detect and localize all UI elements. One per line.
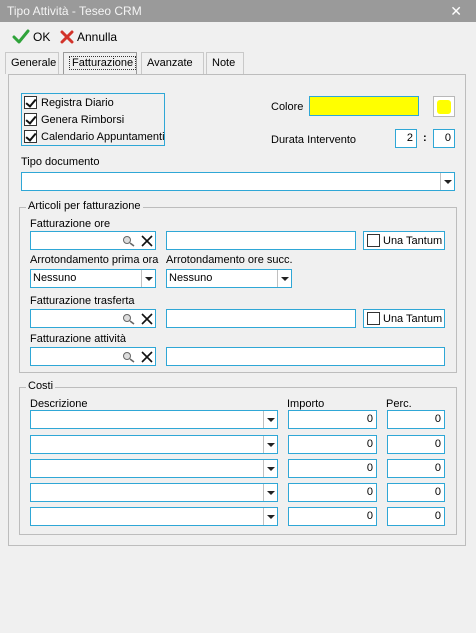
durata-label: Durata Intervento	[271, 134, 356, 146]
color-picker-button[interactable]	[433, 96, 455, 117]
durata-minutes-field[interactable]: 0	[433, 129, 455, 148]
tipo-documento-select[interactable]	[21, 172, 455, 191]
clear-icon[interactable]	[138, 348, 155, 365]
costo-perc-field[interactable]: 0	[387, 507, 445, 526]
toolbar: OK Annulla	[0, 24, 476, 50]
calendario-checkbox[interactable]	[24, 130, 37, 143]
tab-avanzate[interactable]: Avanzate	[141, 52, 204, 74]
fatturazione-attivita-label: Fatturazione attività	[30, 333, 126, 345]
importo-header: Importo	[287, 398, 325, 410]
tab-fatturazione[interactable]: Fatturazione	[63, 52, 137, 74]
fatturazione-attivita-description-field[interactable]	[166, 347, 445, 366]
tab-note[interactable]: Note	[206, 52, 244, 74]
costo-descrizione-select[interactable]	[30, 410, 278, 429]
clear-icon[interactable]	[138, 310, 155, 327]
calendario-option[interactable]: Calendario Appuntamenti	[24, 128, 165, 145]
una-tantum-ore-checkbox[interactable]	[367, 234, 380, 247]
chevron-down-icon[interactable]	[263, 508, 277, 525]
tab-panel-fatturazione: Registra Diario Genera Rimborsi Calendar…	[8, 74, 466, 546]
search-icon[interactable]	[120, 310, 137, 327]
arrotondamento-prima-label: Arrotondamento prima ora	[30, 254, 159, 266]
genera-rimborsi-checkbox[interactable]	[24, 113, 37, 126]
costo-perc-field[interactable]: 0	[387, 459, 445, 478]
colore-label: Colore	[271, 101, 304, 113]
chevron-down-icon[interactable]	[263, 411, 277, 428]
costo-perc-field[interactable]: 0	[387, 410, 445, 429]
registra-diario-option[interactable]: Registra Diario	[24, 94, 114, 111]
tipo-documento-label: Tipo documento	[21, 156, 100, 168]
arrotondamento-succ-select[interactable]: Nessuno	[166, 269, 292, 288]
costo-importo-field[interactable]: 0	[288, 435, 377, 454]
costo-perc-field[interactable]: 0	[387, 435, 445, 454]
costo-importo-field[interactable]: 0	[288, 483, 377, 502]
color-preview-icon	[437, 99, 451, 114]
fatturazione-trasferta-label: Fatturazione trasferta	[30, 295, 135, 307]
genera-rimborsi-option[interactable]: Genera Rimborsi	[24, 111, 124, 128]
search-icon[interactable]	[120, 232, 137, 249]
chevron-down-icon[interactable]	[277, 270, 291, 287]
costo-descrizione-select[interactable]	[30, 507, 278, 526]
tab-strip: Generale Fatturazione Avanzate Note	[0, 50, 476, 74]
fatturazione-trasferta-description-field[interactable]	[166, 309, 356, 328]
ok-label: OK	[33, 30, 51, 44]
costi-legend: Costi	[26, 380, 56, 392]
costo-descrizione-select[interactable]	[30, 483, 278, 502]
tab-generale[interactable]: Generale	[5, 52, 59, 74]
una-tantum-trasferta-checkbox[interactable]	[367, 312, 380, 325]
durata-hours-field[interactable]: 2	[395, 129, 417, 148]
durata-separator: :	[423, 132, 427, 144]
cancel-button[interactable]: Annulla	[60, 27, 117, 47]
clear-icon[interactable]	[138, 232, 155, 249]
costo-descrizione-select[interactable]	[30, 459, 278, 478]
descrizione-header: Descrizione	[30, 398, 88, 410]
chevron-down-icon[interactable]	[263, 436, 277, 453]
ok-button[interactable]: OK	[12, 27, 50, 47]
chevron-down-icon[interactable]	[141, 270, 155, 287]
close-icon[interactable]: ✕	[450, 0, 462, 22]
arrotondamento-succ-label: Arrotondamento ore succ.	[166, 254, 293, 266]
fatturazione-ore-una-tantum[interactable]: Una Tantum	[363, 231, 445, 250]
arrotondamento-prima-select[interactable]: Nessuno	[30, 269, 156, 288]
registra-diario-checkbox[interactable]	[24, 96, 37, 109]
search-icon[interactable]	[120, 348, 137, 365]
articoli-legend: Articoli per fatturazione	[26, 200, 143, 212]
costo-perc-field[interactable]: 0	[387, 483, 445, 502]
check-icon	[12, 29, 30, 44]
costo-importo-field[interactable]: 0	[288, 459, 377, 478]
perc-header: Perc.	[386, 398, 412, 410]
cancel-label: Annulla	[77, 30, 118, 44]
window-title-bar: Tipo Attività - Teseo CRM ✕	[0, 0, 476, 22]
colore-swatch	[309, 96, 419, 116]
chevron-down-icon[interactable]	[263, 484, 277, 501]
costo-importo-field[interactable]: 0	[288, 507, 377, 526]
fatturazione-ore-label: Fatturazione ore	[30, 218, 111, 230]
costo-importo-field[interactable]: 0	[288, 410, 377, 429]
chevron-down-icon[interactable]	[263, 460, 277, 477]
costo-descrizione-select[interactable]	[30, 435, 278, 454]
chevron-down-icon[interactable]	[440, 173, 454, 190]
cancel-icon	[60, 30, 74, 44]
window-title: Tipo Attività - Teseo CRM	[7, 4, 142, 18]
fatturazione-ore-description-field[interactable]	[166, 231, 356, 250]
fatturazione-trasferta-una-tantum[interactable]: Una Tantum	[363, 309, 445, 328]
